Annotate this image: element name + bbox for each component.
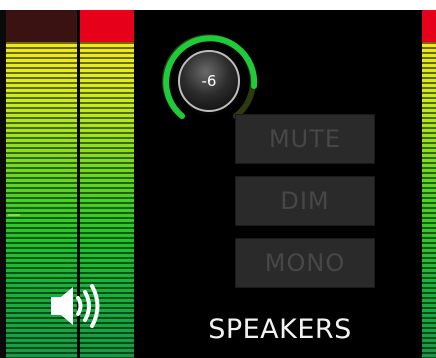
mono-button[interactable]: MONO — [235, 238, 375, 288]
meter-bars-edge — [422, 42, 436, 358]
speaker-volume-icon — [47, 280, 111, 332]
level-meter-edge — [422, 10, 436, 358]
clip-indicator-left[interactable] — [6, 10, 78, 42]
peak-hold-marker — [8, 214, 20, 216]
speakers-channel-panel: -6 MUTE DIM MONO SPEAKERS — [0, 0, 436, 358]
mute-button[interactable]: MUTE — [235, 114, 375, 164]
top-strip — [0, 0, 436, 10]
dim-button[interactable]: DIM — [235, 176, 375, 226]
clip-indicator-right[interactable] — [80, 10, 134, 42]
clip-indicator-edge[interactable] — [422, 10, 436, 42]
channel-label: SPEAKERS — [208, 314, 352, 345]
